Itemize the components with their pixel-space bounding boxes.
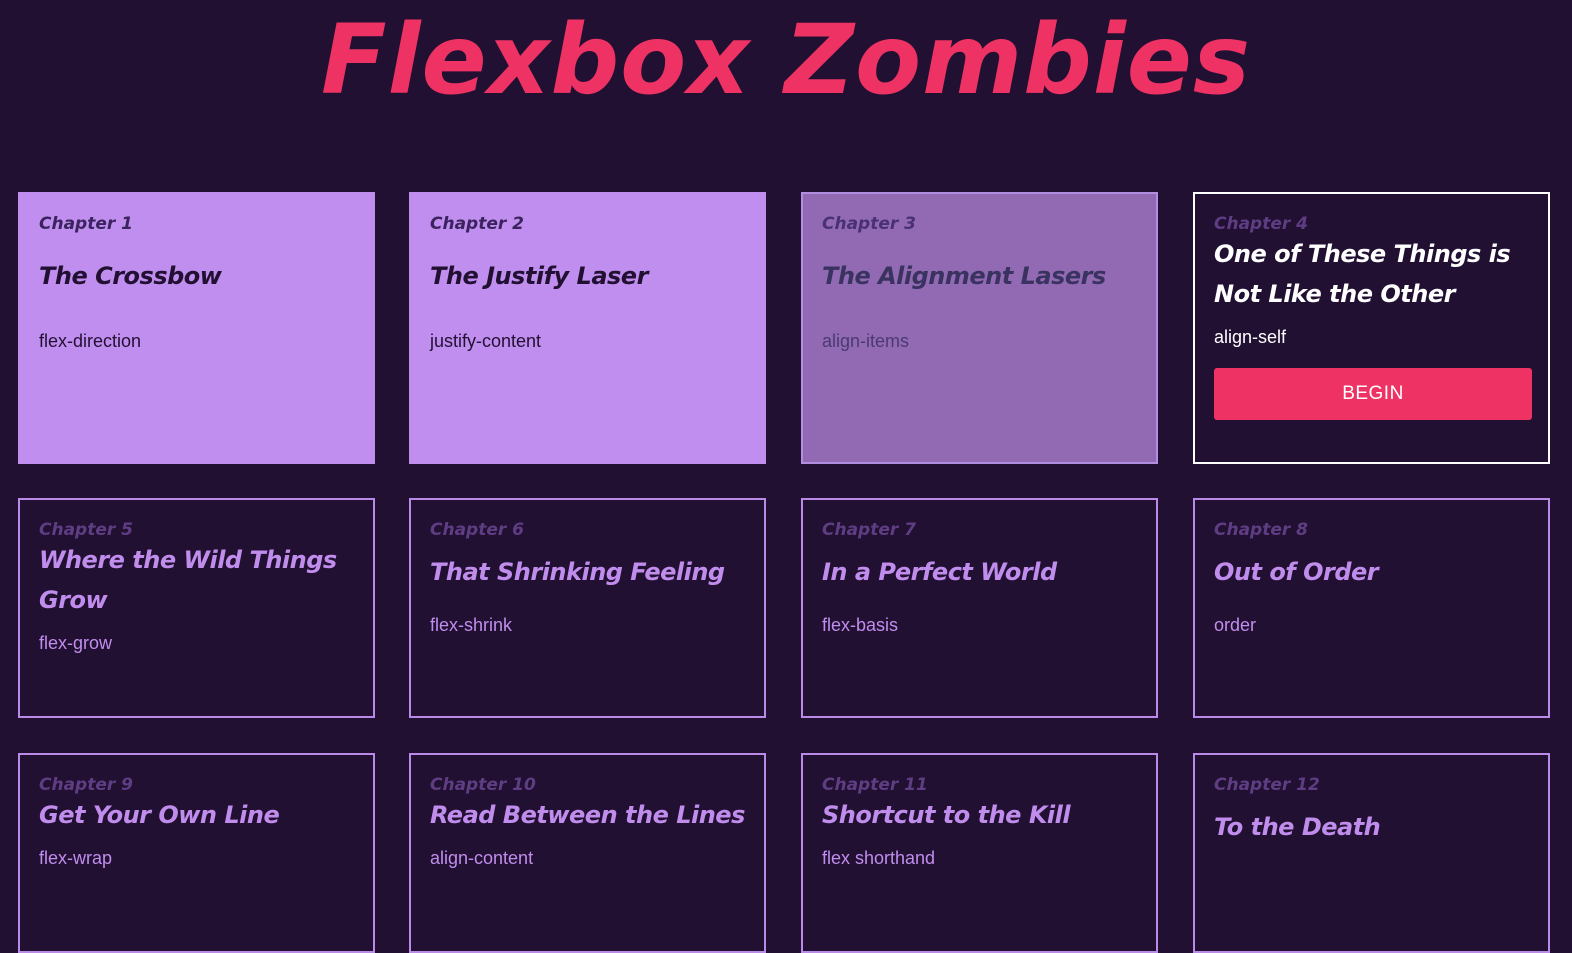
chapter-topic: flex-wrap bbox=[39, 848, 113, 868]
chapter-card-8[interactable]: Chapter 8 Out of Order order bbox=[1193, 498, 1550, 718]
chapter-card-3[interactable]: Chapter 3 The Alignment Lasers align-ite… bbox=[801, 192, 1158, 464]
chapter-card-2[interactable]: Chapter 2 The Justify Laser justify-cont… bbox=[409, 192, 766, 464]
chapter-topic: flex-direction bbox=[39, 331, 142, 351]
chapter-card-11[interactable]: Chapter 11 Shortcut to the Kill flex sho… bbox=[801, 753, 1158, 953]
chapter-title: One of These Things is Not Like the Othe… bbox=[1214, 240, 1511, 308]
chapter-number: Chapter 4 bbox=[1214, 214, 1309, 234]
chapter-title: Shortcut to the Kill bbox=[822, 801, 1071, 829]
chapter-title: The Crossbow bbox=[39, 262, 222, 290]
chapter-topic: flex-basis bbox=[822, 615, 899, 635]
chapter-topic: align-self bbox=[1214, 327, 1287, 347]
chapter-topic: flex-grow bbox=[39, 633, 113, 653]
chapter-card-4[interactable]: Chapter 4 One of These Things is Not Lik… bbox=[1193, 192, 1550, 464]
begin-button[interactable]: BEGIN bbox=[1214, 368, 1532, 420]
chapter-title: That Shrinking Feeling bbox=[430, 558, 725, 586]
chapter-card-12[interactable]: Chapter 12 To the Death bbox=[1193, 753, 1550, 953]
chapter-title: Out of Order bbox=[1214, 558, 1379, 586]
chapter-number: Chapter 12 bbox=[1214, 775, 1320, 795]
chapter-number: Chapter 9 bbox=[39, 775, 134, 795]
chapter-title: Get Your Own Line bbox=[39, 801, 280, 829]
chapter-number: Chapter 3 bbox=[822, 214, 917, 234]
chapter-number: Chapter 7 bbox=[822, 520, 917, 540]
chapter-number: Chapter 10 bbox=[430, 775, 536, 795]
chapter-card-9[interactable]: Chapter 9 Get Your Own Line flex-wrap bbox=[18, 753, 375, 953]
chapter-title: In a Perfect World bbox=[822, 558, 1057, 586]
chapter-number: Chapter 1 bbox=[39, 214, 134, 234]
chapter-title: Where the Wild Things Grow bbox=[39, 546, 337, 614]
chapter-topic: justify-content bbox=[430, 331, 542, 351]
chapter-topic: order bbox=[1214, 615, 1257, 635]
chapter-card-7[interactable]: Chapter 7 In a Perfect World flex-basis bbox=[801, 498, 1158, 718]
page-title: Flexbox Zombies bbox=[321, 4, 1251, 116]
chapter-title: The Justify Laser bbox=[430, 262, 648, 290]
chapter-number: Chapter 8 bbox=[1214, 520, 1309, 540]
chapter-number: Chapter 6 bbox=[430, 520, 525, 540]
chapter-card-10[interactable]: Chapter 10 Read Between the Lines align-… bbox=[409, 753, 766, 953]
chapter-card-1[interactable]: Chapter 1 The Crossbow flex-direction bbox=[18, 192, 375, 464]
chapter-card-6[interactable]: Chapter 6 That Shrinking Feeling flex-sh… bbox=[409, 498, 766, 718]
chapter-title: The Alignment Lasers bbox=[822, 262, 1106, 290]
chapter-number: Chapter 2 bbox=[430, 214, 525, 234]
chapter-topic: flex shorthand bbox=[822, 848, 936, 868]
chapter-topic: align-items bbox=[822, 331, 910, 351]
chapter-title: Read Between the Lines bbox=[430, 801, 745, 829]
chapter-card-5[interactable]: Chapter 5 Where the Wild Things Grow fle… bbox=[18, 498, 375, 718]
chapter-number: Chapter 5 bbox=[39, 520, 134, 540]
chapter-title: To the Death bbox=[1214, 813, 1381, 841]
chapter-number: Chapter 11 bbox=[822, 775, 928, 795]
chapter-topic: flex-shrink bbox=[430, 615, 513, 635]
chapter-topic: align-content bbox=[430, 848, 534, 868]
